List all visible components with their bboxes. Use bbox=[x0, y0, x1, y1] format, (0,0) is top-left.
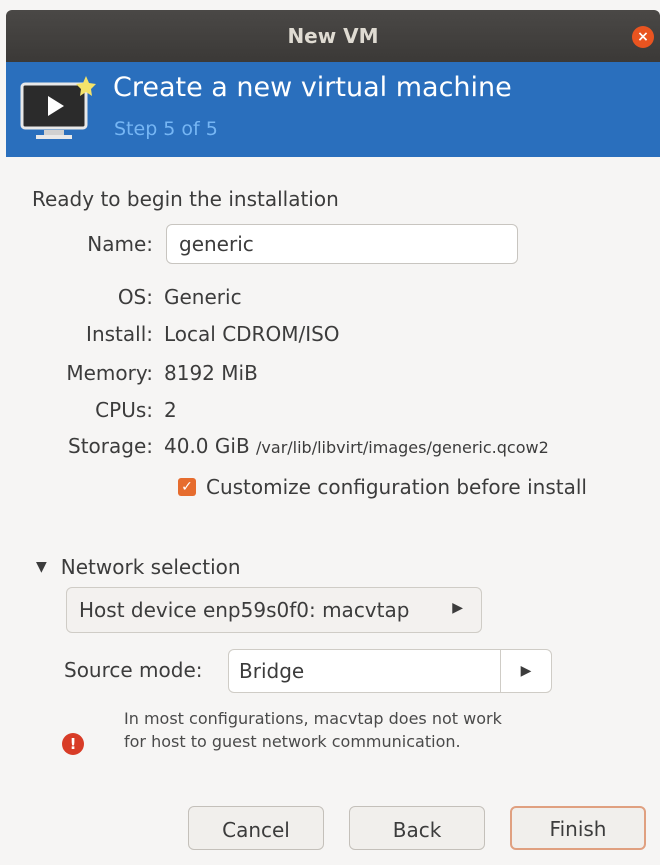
chevron-right-icon[interactable]: ▶ bbox=[500, 650, 551, 692]
wizard-title: Create a new virtual machine bbox=[113, 72, 512, 103]
source-mode-combo[interactable]: Bridge ▶ bbox=[228, 649, 552, 693]
wizard-content: Ready to begin the installation Name: OS… bbox=[6, 157, 660, 865]
vm-name-input[interactable] bbox=[166, 224, 518, 264]
wizard-header: Create a new virtual machine Step 5 of 5 bbox=[6, 62, 660, 157]
summary-intro: Ready to begin the installation bbox=[32, 187, 339, 211]
customize-checkbox[interactable]: ✓ bbox=[178, 478, 196, 496]
back-button[interactable]: Back bbox=[349, 806, 485, 850]
cpus-label: CPUs: bbox=[95, 398, 153, 422]
expander-arrow-icon[interactable]: ▼ bbox=[36, 559, 47, 575]
network-expander-label[interactable]: Network selection bbox=[61, 555, 241, 579]
memory-value: 8192 MiB bbox=[164, 361, 258, 385]
install-value: Local CDROM/ISO bbox=[164, 322, 340, 346]
memory-label: Memory: bbox=[66, 361, 153, 385]
storage-size: 40.0 GiB bbox=[164, 434, 250, 458]
storage-value: 40.0 GiB /var/lib/libvirt/images/generic… bbox=[164, 434, 549, 458]
title-bar: New VM × bbox=[6, 10, 660, 62]
os-value: Generic bbox=[164, 285, 242, 309]
wizard-step: Step 5 of 5 bbox=[114, 118, 218, 140]
name-label: Name: bbox=[87, 232, 153, 256]
finish-button[interactable]: Finish bbox=[510, 806, 646, 850]
network-device-dropdown[interactable]: Host device enp59s0f0: macvtap ▶ bbox=[66, 587, 482, 633]
customize-checkbox-row[interactable]: ✓ Customize configuration before install bbox=[178, 475, 587, 499]
chevron-right-icon: ▶ bbox=[452, 600, 463, 616]
storage-path: /var/lib/libvirt/images/generic.qcow2 bbox=[256, 438, 549, 457]
error-icon: ! bbox=[62, 733, 84, 755]
window-title: New VM bbox=[287, 24, 379, 48]
customize-label[interactable]: Customize configuration before install bbox=[206, 475, 587, 499]
install-label: Install: bbox=[86, 322, 153, 346]
source-mode-label: Source mode: bbox=[64, 658, 203, 682]
os-label: OS: bbox=[117, 285, 153, 309]
network-device-value: Host device enp59s0f0: macvtap bbox=[79, 598, 410, 622]
cpus-value: 2 bbox=[164, 398, 177, 422]
monitor-play-icon bbox=[20, 76, 96, 139]
macvtap-warning: In most configurations, macvtap does not… bbox=[124, 709, 502, 751]
close-button[interactable]: × bbox=[632, 26, 654, 48]
source-mode-value[interactable]: Bridge bbox=[239, 659, 304, 683]
storage-label: Storage: bbox=[68, 434, 153, 458]
network-expander[interactable]: ▼ Network selection bbox=[36, 555, 241, 579]
cancel-button[interactable]: Cancel bbox=[188, 806, 324, 850]
